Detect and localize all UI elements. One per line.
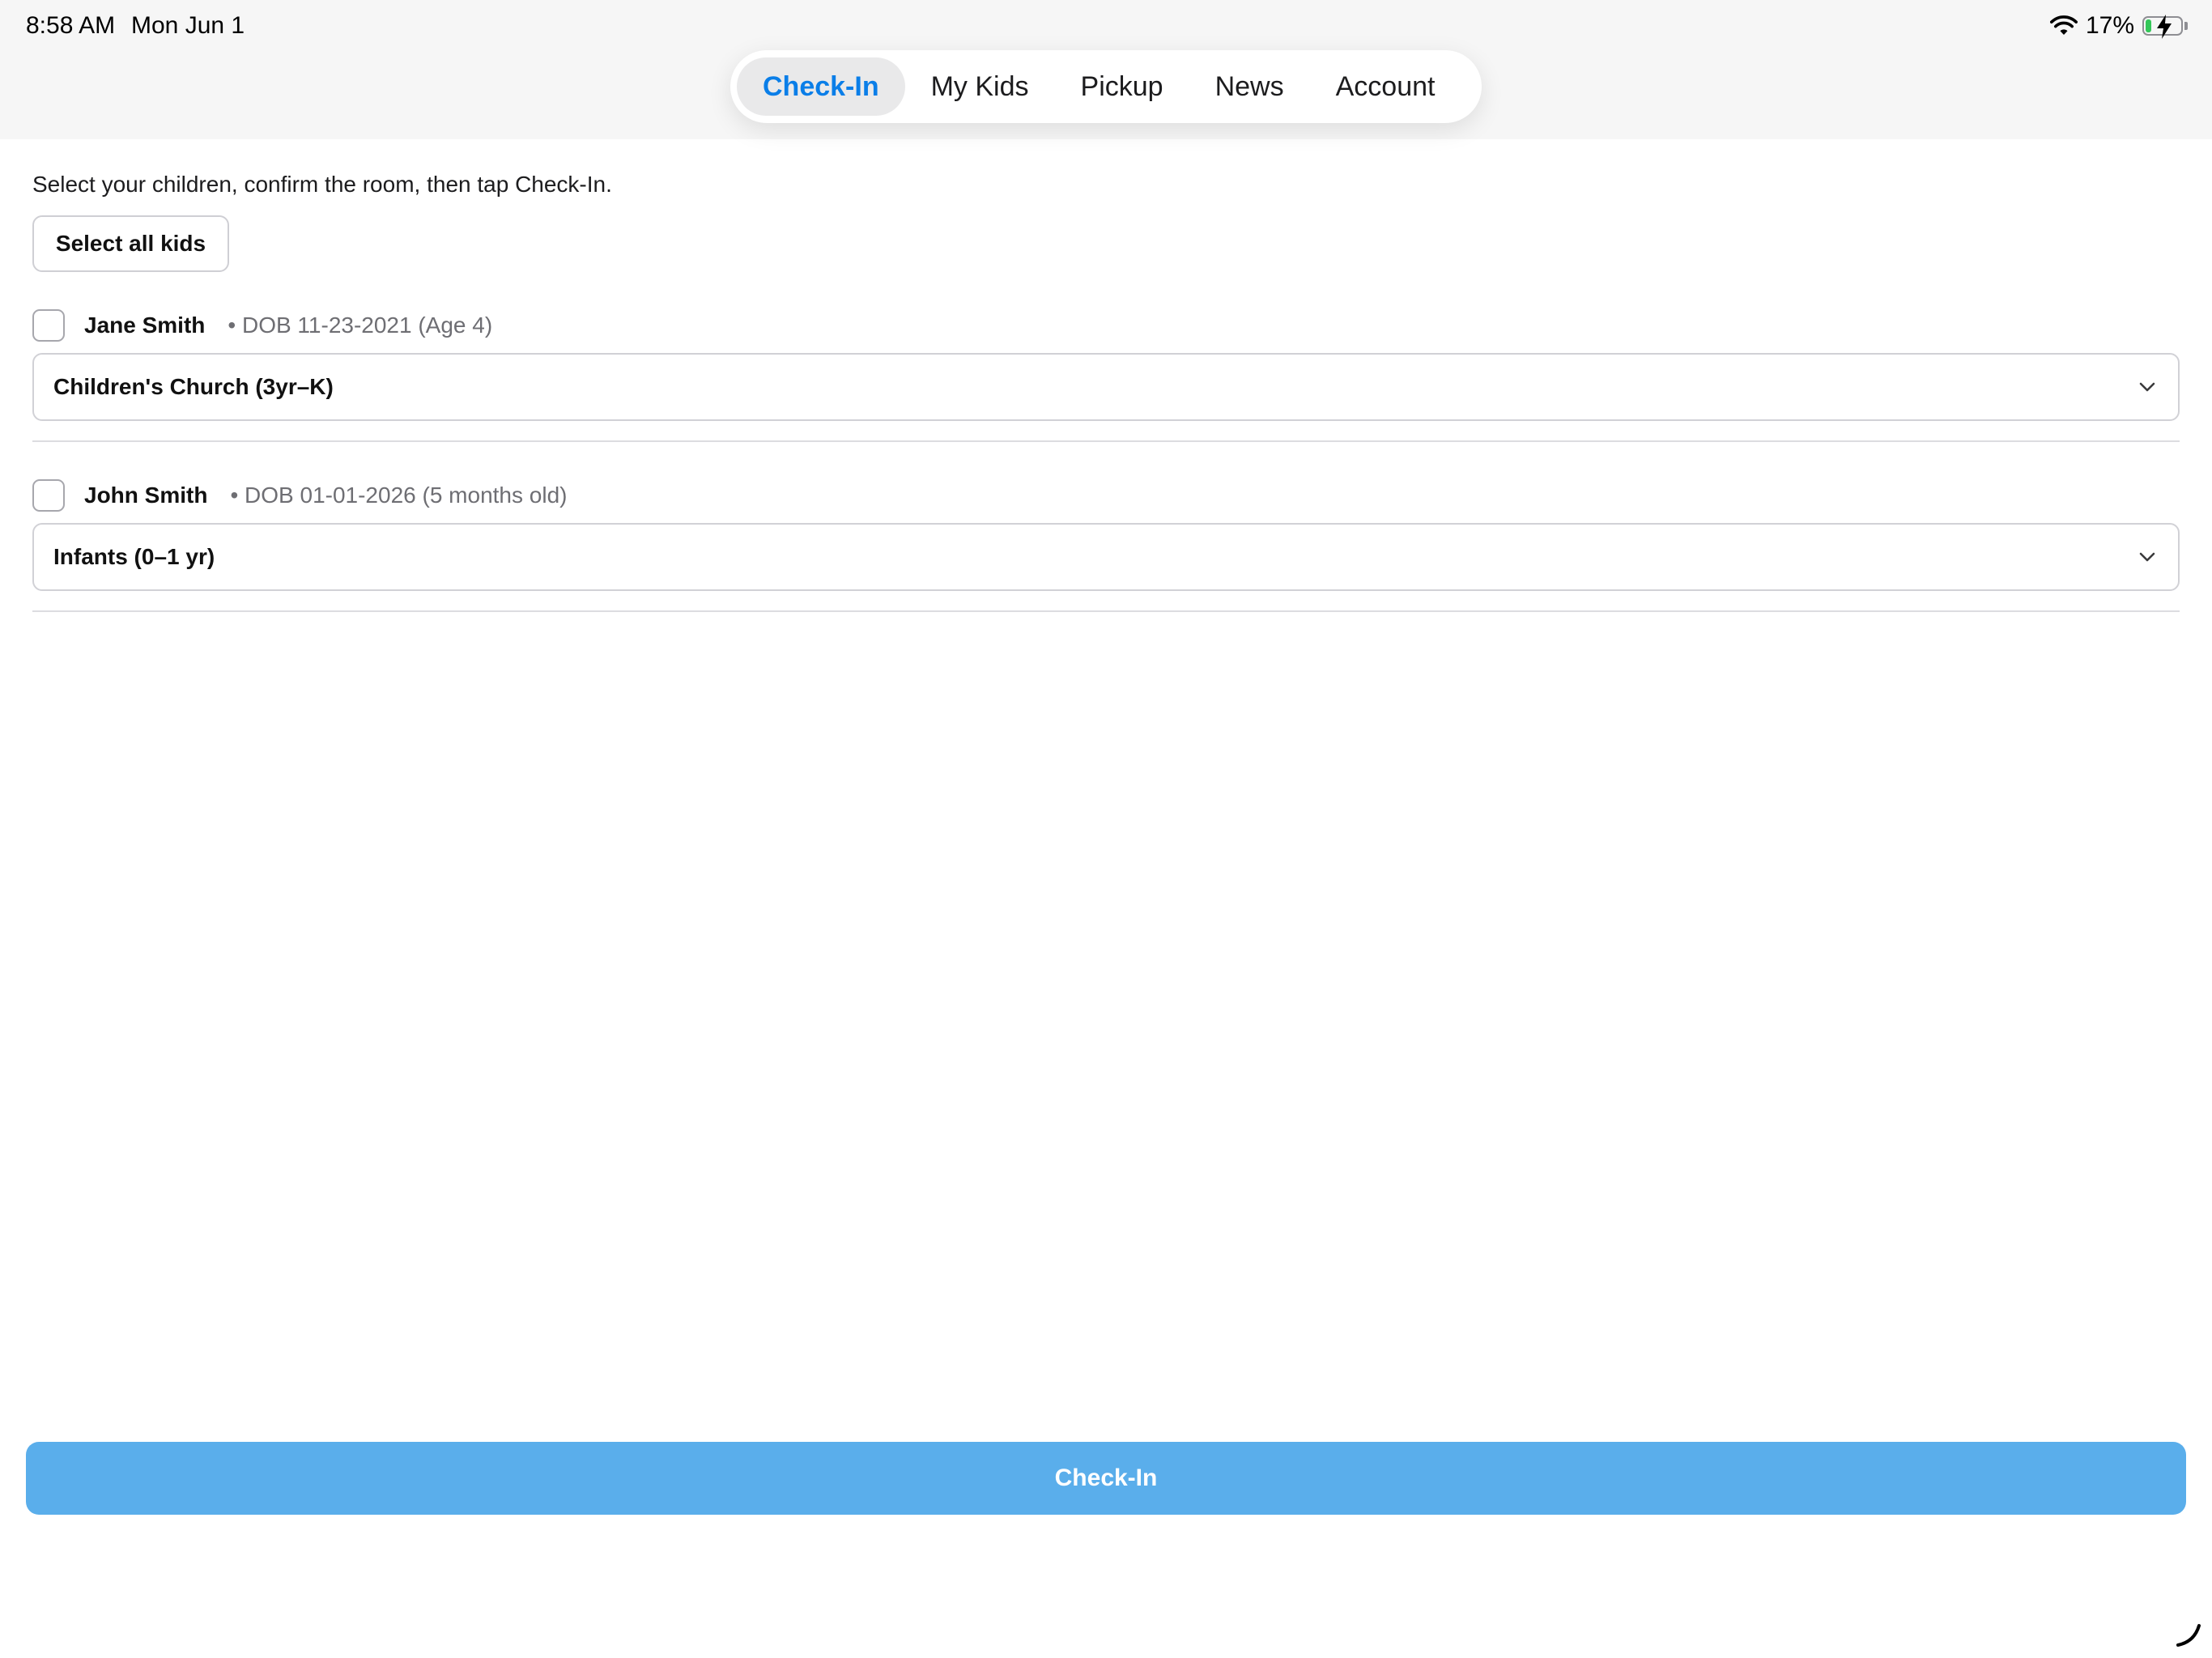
kid-row: John Smith • DOB 01-01-2026 (5 months ol… xyxy=(32,478,2180,513)
tab-my-kids[interactable]: My Kids xyxy=(905,57,1055,116)
divider xyxy=(32,610,2180,612)
battery-cap xyxy=(2184,22,2188,30)
room-select[interactable]: Infants (0–1 yr) xyxy=(32,523,2180,591)
divider xyxy=(32,440,2180,442)
wifi-icon xyxy=(2049,15,2078,35)
battery-percent: 17% xyxy=(2085,12,2134,39)
kid-dob: • DOB 11-23-2021 (Age 4) xyxy=(228,312,493,338)
status-time: 8:58 AM xyxy=(26,12,116,39)
status-indicators: 17% xyxy=(2049,10,2188,42)
kid-name: John Smith xyxy=(84,483,208,508)
kid-name: Jane Smith xyxy=(84,312,206,338)
select-all-kids-button[interactable]: Select all kids xyxy=(32,215,229,272)
app-header: 8:58 AM Mon Jun 1 17% Check-In My Kids P… xyxy=(0,0,2212,139)
kid-checkbox[interactable] xyxy=(32,479,65,512)
tab-pickup[interactable]: Pickup xyxy=(1055,57,1189,116)
chevron-down-icon xyxy=(2139,382,2155,392)
kid-entry: John Smith • DOB 01-01-2026 (5 months ol… xyxy=(32,478,2180,612)
instructions-text: Select your children, confirm the room, … xyxy=(32,172,612,197)
room-select-value: Children's Church (3yr–K) xyxy=(53,374,334,399)
tab-news[interactable]: News xyxy=(1189,57,1310,116)
check-in-button[interactable]: Check-In xyxy=(26,1442,2186,1515)
bolt-icon xyxy=(2157,15,2172,39)
scroll-handle-icon xyxy=(2176,1624,2201,1647)
status-date: Mon Jun 1 xyxy=(131,12,245,39)
kid-dob: • DOB 01-01-2026 (5 months old) xyxy=(230,483,568,508)
tab-check-in[interactable]: Check-In xyxy=(737,57,905,116)
kid-entry: Jane Smith • DOB 11-23-2021 (Age 4) Chil… xyxy=(32,308,2180,442)
battery-charging-icon xyxy=(2142,15,2183,39)
room-select-value: Infants (0–1 yr) xyxy=(53,544,215,569)
kid-row: Jane Smith • DOB 11-23-2021 (Age 4) xyxy=(32,308,2180,343)
tab-bar: Check-In My Kids Pickup News Account xyxy=(730,50,1482,123)
chevron-down-icon xyxy=(2139,552,2155,562)
kid-checkbox[interactable] xyxy=(32,309,65,342)
tab-account[interactable]: Account xyxy=(1310,57,1461,116)
room-select[interactable]: Children's Church (3yr–K) xyxy=(32,353,2180,421)
battery-level xyxy=(2146,19,2151,32)
